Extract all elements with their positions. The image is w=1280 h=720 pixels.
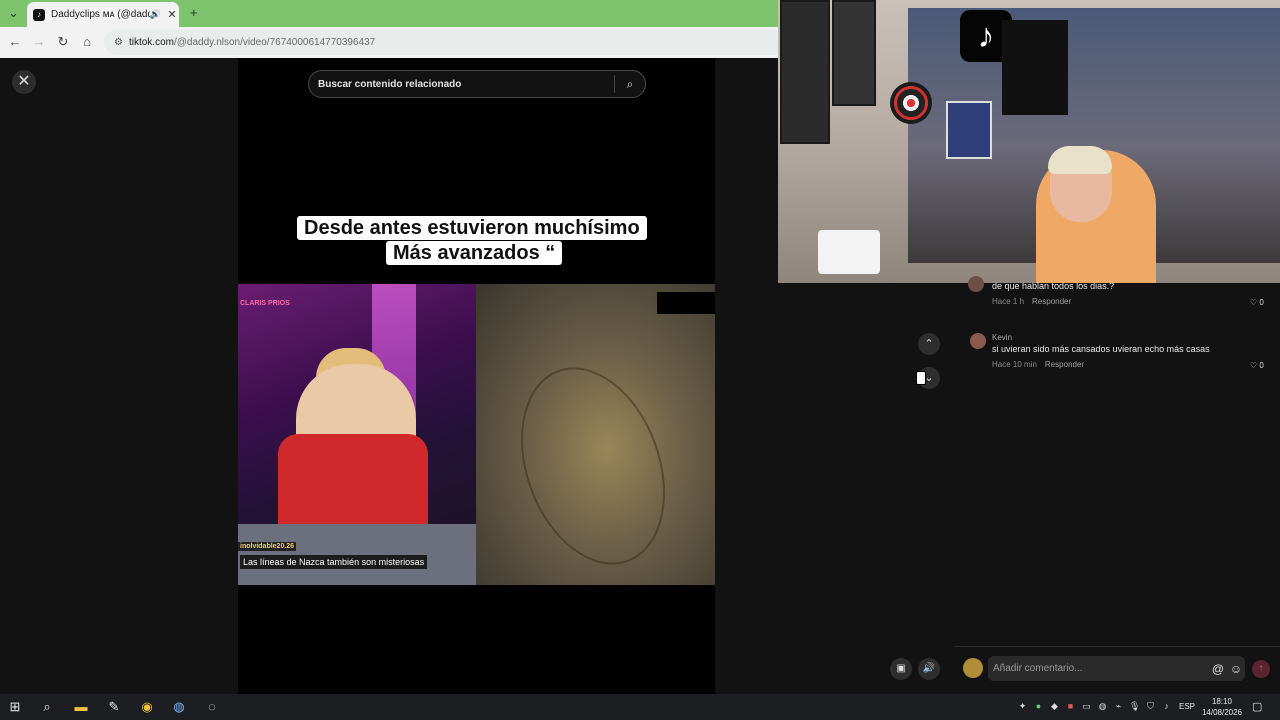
overlay-subtitle: Las líneas de Nazca también son misterio… — [240, 555, 428, 569]
comment-like-button[interactable]: ♡ 0 — [1250, 298, 1264, 307]
comment-author[interactable]: Kevin — [992, 333, 1012, 342]
tray-mic-icon[interactable]: 🎙 — [1129, 701, 1140, 712]
wall-frame-2 — [832, 0, 876, 106]
send-comment-button[interactable]: ↑ — [1252, 660, 1270, 678]
tray-speaker-icon[interactable]: ♪ — [1161, 701, 1172, 712]
tiktok-favicon-icon: ♪ — [33, 8, 45, 21]
streamer-webcam-overlay: ♪ — [778, 0, 1280, 283]
comment-time: Hace 10 min — [992, 360, 1037, 369]
address-bar[interactable]: ⚙ tiktok.com /@daddy.nlson/video/7674000… — [104, 30, 778, 55]
taskbar-clock[interactable]: 18:10 14/08/2026 — [1198, 696, 1246, 718]
windows-taskbar: ⊞ ⌕ ▬ ✎ ◉ ◍ ◌ ✦ ● ◆ ■ ▭ ◍ ⌁ 🎙 ⛉ ♪ ESP 18… — [0, 694, 1280, 720]
home-icon[interactable]: ⌂ — [78, 33, 96, 51]
search-input[interactable]: Buscar contenido relacionado — [309, 79, 614, 90]
streamer-hair — [1048, 146, 1112, 174]
wall-poster — [946, 101, 992, 159]
search-icon[interactable]: ⌕ — [615, 77, 645, 92]
video-caption-line2: Más avanzados “ — [386, 241, 563, 265]
clock-date: 14/08/2026 — [1201, 708, 1243, 717]
browser-tab-strip: ⌄ ♪ Daddyclips ᴍᴀ (@daddy.nls 🔊 ✕ + — [0, 0, 778, 27]
new-tab-button[interactable]: + — [190, 5, 198, 20]
video-podcast-frame: CLARIS PRIOS inolvidable20.26 Las líneas… — [238, 284, 476, 585]
comment-avatar[interactable] — [968, 276, 984, 292]
overlay-handle: inolvidable20.26 — [238, 542, 297, 551]
tray-usb-icon[interactable]: ⌁ — [1113, 701, 1124, 712]
audio-playing-icon[interactable]: 🔊 — [150, 9, 161, 20]
previous-video-button[interactable]: ⌃ — [918, 333, 940, 355]
video-player[interactable]: Buscar contenido relacionado ⌕ Desde ant… — [238, 58, 715, 694]
reply-button[interactable]: Responder — [1045, 360, 1084, 369]
clock-time: 18:10 — [1211, 697, 1233, 706]
tray-green-icon[interactable]: ● — [1033, 701, 1044, 712]
tab-title: Daddyclips ᴍᴀ (@daddy.nls — [51, 9, 150, 20]
browser-tab[interactable]: ♪ Daddyclips ᴍᴀ (@daddy.nls 🔊 ✕ — [27, 2, 179, 27]
close-video-button[interactable]: ✕ — [12, 70, 36, 94]
comment-meta: Hace 1 h Responder — [992, 297, 1071, 306]
wall-frame-1 — [780, 0, 830, 144]
video-nazca-aerial-frame — [476, 284, 715, 585]
hanging-shirt — [1002, 20, 1068, 115]
tray-app-icon[interactable]: ◆ — [1049, 701, 1060, 712]
comment-text: de que hablan todos los dias.? — [992, 281, 1115, 291]
reply-button[interactable]: Responder — [1032, 297, 1071, 306]
comment-input-box[interactable]: Añadir comentario... @ ☺ — [988, 656, 1245, 681]
volume-icon[interactable]: 🔊 — [918, 658, 940, 680]
tray-red-icon[interactable]: ■ — [1065, 701, 1076, 712]
back-icon[interactable]: ← — [6, 33, 24, 51]
user-avatar[interactable] — [963, 658, 983, 678]
obs-icon[interactable]: ◌ — [203, 698, 221, 716]
input-language[interactable]: ESP — [1179, 702, 1195, 711]
mouse-pointer-icon — [916, 371, 926, 385]
dartboard-icon — [890, 82, 932, 124]
reload-icon[interactable]: ↻ — [54, 33, 72, 51]
comment-input[interactable]: Añadir comentario... — [988, 663, 1209, 674]
tray-shield-icon[interactable]: ⛉ — [1145, 701, 1156, 712]
desk-device — [818, 230, 880, 274]
tray-star-icon[interactable]: ✦ — [1017, 701, 1028, 712]
steam-icon[interactable]: ◍ — [170, 698, 188, 716]
comment-time: Hace 1 h — [992, 297, 1025, 306]
mention-icon[interactable]: @ — [1209, 662, 1227, 676]
url-path: /@daddy.nlson/video/7674000614770396437 — [173, 37, 376, 48]
site-info-icon[interactable]: ⚙ — [114, 37, 123, 48]
comment-meta: Hace 10 min Responder — [992, 360, 1084, 369]
chrome-icon[interactable]: ◉ — [138, 698, 156, 716]
heart-icon: ♡ — [1250, 361, 1258, 370]
notification-icon[interactable]: ▢ — [1252, 700, 1262, 713]
tab-list-button[interactable]: ⌄ — [8, 5, 19, 21]
related-search-bar[interactable]: Buscar contenido relacionado ⌕ — [308, 70, 646, 98]
heart-icon: ♡ — [1250, 298, 1258, 307]
black-redaction-block — [657, 292, 715, 314]
comment-like-button[interactable]: ♡ 0 — [1250, 361, 1264, 370]
forward-icon[interactable]: → — [30, 33, 48, 51]
browser-toolbar: ← → ↻ ⌂ ⚙ tiktok.com /@daddy.nlson/video… — [0, 27, 778, 59]
url-host: tiktok.com — [128, 37, 174, 48]
start-menu-icon[interactable]: ⊞ — [6, 698, 24, 716]
nazca-geoglyph-shape — [495, 347, 691, 585]
like-count: 0 — [1259, 298, 1264, 307]
tray-steam-icon[interactable]: ◍ — [1097, 701, 1108, 712]
video-caption-line1: Desde antes estuvieron muchísimo — [297, 216, 647, 240]
emoji-icon[interactable]: ☺ — [1227, 662, 1245, 676]
app-pen-icon[interactable]: ✎ — [105, 698, 123, 716]
tray-display-icon[interactable]: ▭ — [1081, 701, 1092, 712]
file-explorer-icon[interactable]: ▬ — [72, 698, 90, 716]
like-count: 0 — [1259, 361, 1264, 370]
search-taskbar-icon[interactable]: ⌕ — [38, 698, 56, 716]
comment-divider — [954, 646, 1280, 647]
comment-text: si uvieran sido más cansados uvieran ech… — [992, 344, 1210, 354]
floating-player-icon[interactable]: ▣ — [890, 658, 912, 680]
comment-avatar[interactable] — [970, 333, 986, 349]
channel-logo: CLARIS PRIOS — [240, 300, 290, 307]
tab-close-button[interactable]: ✕ — [165, 8, 179, 21]
